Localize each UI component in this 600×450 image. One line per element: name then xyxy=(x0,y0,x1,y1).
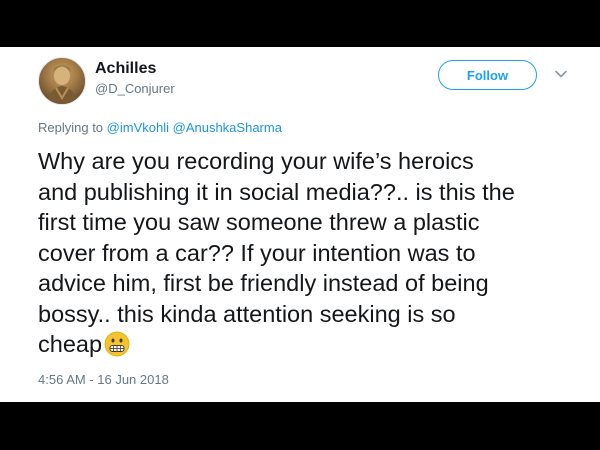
tweet-line: first time you saw someone threw a plast… xyxy=(38,209,480,235)
display-name[interactable]: Achilles xyxy=(95,60,156,78)
tweet-line: and publishing it in social media??.. is… xyxy=(38,178,515,205)
grimacing-face-icon xyxy=(104,331,130,357)
tweet-line: advice him, first be friendly instead of… xyxy=(38,270,489,296)
tweet-line: Why are you recording your wife’s heroic… xyxy=(38,148,474,174)
follow-button[interactable]: Follow xyxy=(438,60,537,90)
mention-link[interactable]: @imVkohli xyxy=(107,120,169,135)
tweet-line: bossy.. this kinda attention seeking is … xyxy=(38,300,456,327)
tweet-line: cover from a car?? If your intention was… xyxy=(38,239,476,266)
replying-to-label: Replying to xyxy=(38,120,104,135)
tweet-card: Achilles @D_Conjurer Follow Replying to … xyxy=(0,47,600,402)
replying-to: Replying to @imVkohli @AnushkaSharma xyxy=(38,120,282,135)
mention-link[interactable]: @AnushkaSharma xyxy=(173,120,282,135)
tweet-line: cheap xyxy=(38,331,103,357)
tweet-text: Why are you recording your wife’s heroic… xyxy=(38,146,586,360)
avatar[interactable] xyxy=(38,57,86,105)
tweet-timestamp[interactable]: 4:56 AM - 16 Jun 2018 xyxy=(38,372,169,387)
chevron-down-icon[interactable] xyxy=(554,67,568,81)
user-handle[interactable]: @D_Conjurer xyxy=(95,81,175,96)
tweet-last-line: cheap xyxy=(38,329,586,360)
